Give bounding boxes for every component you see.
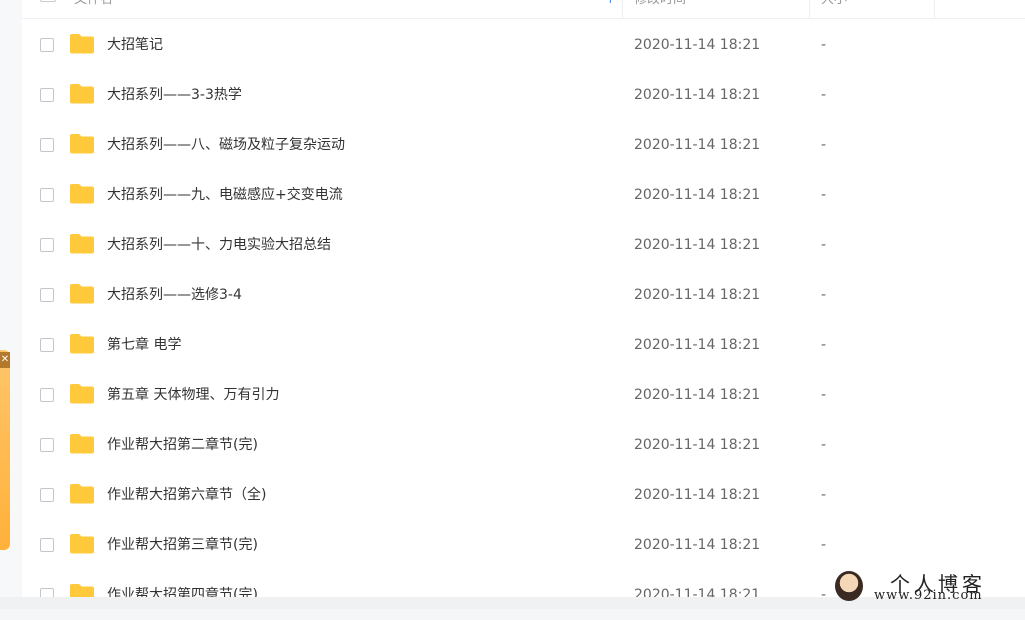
table-row[interactable]: 第七章 电学 2020-11-14 18:21 - — [22, 320, 1025, 370]
file-size: - — [821, 37, 827, 53]
file-name[interactable]: 作业帮大招第六章节（全) — [107, 470, 266, 520]
modified-time: 2020-11-14 18:21 — [634, 87, 761, 103]
row-checkbox[interactable] — [40, 188, 54, 202]
folder-icon — [69, 383, 95, 404]
row-checkbox[interactable] — [40, 288, 54, 302]
folder-icon — [69, 33, 95, 54]
column-divider[interactable] — [809, 0, 810, 18]
row-checkbox[interactable] — [40, 438, 54, 452]
file-size: - — [821, 187, 827, 203]
file-size: - — [821, 487, 827, 503]
modified-time: 2020-11-14 18:21 — [634, 487, 761, 503]
folder-icon — [69, 433, 95, 454]
row-checkbox[interactable] — [40, 488, 54, 502]
folder-icon — [69, 233, 95, 254]
file-name[interactable]: 大招系列——十、力电实验大招总结 — [107, 220, 331, 270]
row-checkbox[interactable] — [40, 338, 54, 352]
modified-time: 2020-11-14 18:21 — [634, 437, 761, 453]
row-checkbox[interactable] — [40, 388, 54, 402]
modified-time: 2020-11-14 18:21 — [634, 537, 761, 553]
file-size: - — [821, 87, 827, 103]
file-list-panel: 文件名 ↑ 修改时间 大小 大招笔记2020-11-14 18:21-大招系列—… — [22, 0, 1025, 604]
column-header-date[interactable]: 修改时间 — [634, 0, 686, 18]
watermark-url: www.92in.com — [874, 588, 983, 603]
file-list-header: 文件名 ↑ 修改时间 大小 — [22, 0, 1025, 19]
table-row[interactable]: 第五章 天体物理、万有引力 2020-11-14 18:21 - — [22, 370, 1025, 420]
file-size: - — [821, 537, 827, 553]
modified-time: 2020-11-14 18:21 — [634, 37, 761, 53]
table-row[interactable]: 大招系列——八、磁场及粒子复杂运动 2020-11-14 18:21 - — [22, 120, 1025, 170]
modified-time: 2020-11-14 18:21 — [634, 187, 761, 203]
row-checkbox[interactable] — [40, 138, 54, 152]
modified-time: 2020-11-14 18:21 — [634, 237, 761, 253]
column-divider[interactable] — [622, 0, 623, 18]
table-row[interactable]: 大招笔记 2020-11-14 18:21 - — [22, 20, 1025, 70]
row-checkbox[interactable] — [40, 238, 54, 252]
table-row[interactable]: 大招系列——十、力电实验大招总结 2020-11-14 18:21 - — [22, 220, 1025, 270]
sort-arrow-icon[interactable]: ↑ — [605, 0, 616, 10]
table-row[interactable]: 大招系列——九、电磁感应+交变电流 2020-11-14 18:21 - — [22, 170, 1025, 220]
table-row[interactable]: 作业帮大招第六章节（全) 2020-11-14 18:21 - — [22, 470, 1025, 520]
file-name[interactable]: 作业帮大招第四章节(完) — [107, 570, 258, 620]
row-checkbox[interactable] — [40, 38, 54, 52]
folder-icon — [69, 483, 95, 504]
column-header-name[interactable]: 文件名 — [74, 0, 113, 18]
file-name[interactable]: 作业帮大招第三章节(完) — [107, 520, 258, 570]
file-name[interactable]: 大招系列——选修3-4 — [107, 270, 242, 320]
modified-time: 2020-11-14 18:21 — [634, 337, 761, 353]
folder-icon — [69, 533, 95, 554]
side-promo-tab[interactable] — [0, 350, 10, 550]
folder-icon — [69, 133, 95, 154]
folder-icon — [69, 283, 95, 304]
watermark: 个人博客 www.92in.com — [832, 570, 1025, 609]
file-name[interactable]: 大招系列——八、磁场及粒子复杂运动 — [107, 120, 345, 170]
file-name[interactable]: 大招系列——3-3热学 — [107, 70, 242, 120]
modified-time: 2020-11-14 18:21 — [634, 137, 761, 153]
modified-time: 2020-11-14 18:21 — [634, 387, 761, 403]
file-name[interactable]: 作业帮大招第二章节(完) — [107, 420, 258, 470]
close-icon[interactable]: ✕ — [0, 352, 10, 368]
file-size: - — [821, 237, 827, 253]
column-divider[interactable] — [934, 0, 935, 18]
table-row[interactable]: 作业帮大招第三章节(完) 2020-11-14 18:21 - — [22, 520, 1025, 570]
folder-icon — [69, 83, 95, 104]
row-checkbox[interactable] — [40, 538, 54, 552]
modified-time: 2020-11-14 18:21 — [634, 287, 761, 303]
table-row[interactable]: 大招系列——3-3热学 2020-11-14 18:21 - — [22, 70, 1025, 120]
file-name[interactable]: 大招笔记 — [107, 20, 163, 70]
avatar — [835, 571, 863, 601]
file-size: - — [821, 137, 827, 153]
file-name[interactable]: 大招系列——九、电磁感应+交变电流 — [107, 170, 343, 220]
table-row[interactable]: 作业帮大招第二章节(完) 2020-11-14 18:21 - — [22, 420, 1025, 470]
row-checkbox[interactable] — [40, 88, 54, 102]
column-header-size[interactable]: 大小 — [821, 0, 847, 18]
file-size: - — [821, 387, 827, 403]
file-size: - — [821, 587, 827, 603]
file-size: - — [821, 287, 827, 303]
select-all-checkbox[interactable] — [40, 0, 56, 2]
file-name[interactable]: 第七章 电学 — [107, 320, 181, 370]
table-row[interactable]: 大招系列——选修3-4 2020-11-14 18:21 - — [22, 270, 1025, 320]
modified-time: 2020-11-14 18:21 — [634, 587, 761, 603]
folder-icon — [69, 333, 95, 354]
file-name[interactable]: 第五章 天体物理、万有引力 — [107, 370, 279, 420]
folder-icon — [69, 183, 95, 204]
file-size: - — [821, 437, 827, 453]
file-size: - — [821, 337, 827, 353]
